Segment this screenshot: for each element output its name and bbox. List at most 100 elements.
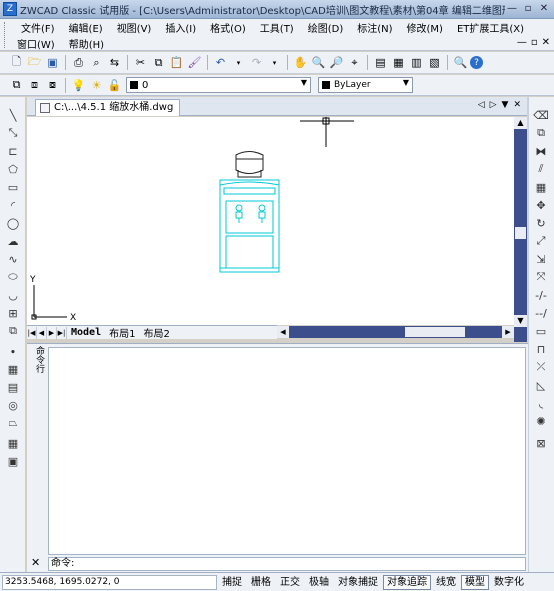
properties-panel-icon[interactable]: ⊠	[533, 435, 549, 451]
tab-menu-icon[interactable]: ▼	[502, 100, 509, 110]
publish-icon[interactable]: ⇆	[106, 54, 123, 71]
menu-grip[interactable]	[4, 22, 7, 48]
menu-help[interactable]: 帮助(H)	[62, 36, 111, 51]
trim-icon[interactable]: -/-	[533, 287, 549, 303]
rotate-icon[interactable]: ↻	[533, 215, 549, 231]
command-close-button[interactable]: ✕	[31, 556, 40, 569]
menu-draw[interactable]: 绘图(D)	[301, 20, 351, 35]
sheet-set-icon[interactable]: ▧	[426, 54, 443, 71]
rectangle-icon[interactable]: ▭	[5, 179, 21, 195]
array-icon[interactable]: ▦	[533, 179, 549, 195]
prev-tab-icon[interactable]: ◀	[37, 326, 47, 339]
cut-icon[interactable]: ✂	[132, 54, 149, 71]
new-file-icon[interactable]: 🗋	[8, 54, 25, 71]
scale-icon[interactable]: ⤢	[533, 233, 549, 249]
erase-icon[interactable]: ⌫	[533, 107, 549, 123]
break-icon[interactable]: ⊓	[533, 341, 549, 357]
doc-minimize-button[interactable]: —	[517, 37, 527, 48]
osnap-toggle[interactable]: 对象捕捉	[334, 575, 382, 590]
image-icon[interactable]: ▣	[5, 453, 21, 469]
copy-object-icon[interactable]: ⧉	[533, 125, 549, 141]
copy-icon[interactable]: ⧉	[150, 54, 167, 71]
first-tab-icon[interactable]: |◀	[27, 326, 37, 339]
point-icon[interactable]: ∙	[5, 343, 21, 359]
horizontal-scroll-thumb[interactable]	[405, 327, 465, 337]
tab-next-icon[interactable]: ▷	[490, 100, 497, 110]
help-icon[interactable]: ?	[470, 56, 483, 69]
ortho-toggle[interactable]: 正交	[276, 575, 304, 590]
layer-manager-icon[interactable]: ⧉	[8, 77, 25, 94]
polar-toggle[interactable]: 极轴	[305, 575, 333, 590]
doc-restore-button[interactable]: ▫	[531, 37, 538, 48]
fillet-icon[interactable]: ◟	[533, 395, 549, 411]
redo-icon[interactable]: ↷	[248, 54, 265, 71]
minimize-button[interactable]: —	[505, 3, 519, 16]
ellipse-arc-icon[interactable]: ◡	[5, 287, 21, 303]
grid-toggle[interactable]: 栅格	[247, 575, 275, 590]
break-at-point-icon[interactable]: ▭	[533, 323, 549, 339]
region-icon[interactable]: ◎	[5, 397, 21, 413]
explode-icon[interactable]: ✺	[533, 413, 549, 429]
vertical-scroll-thumb[interactable]	[515, 227, 526, 239]
join-icon[interactable]: ⤫	[533, 359, 549, 375]
offset-icon[interactable]: ⫽	[533, 161, 549, 177]
lineweight-toggle[interactable]: 线宽	[432, 575, 460, 590]
spline-icon[interactable]: ∿	[5, 251, 21, 267]
match-properties-icon[interactable]: 🖌	[186, 54, 203, 71]
tab-layout2[interactable]: 布局2	[139, 325, 173, 340]
doc-close-button[interactable]: ✕	[542, 37, 550, 48]
zoom-window-icon[interactable]: 🔎	[328, 54, 345, 71]
arc-icon[interactable]: ◜	[5, 197, 21, 213]
tab-close-icon[interactable]: ✕	[513, 100, 521, 110]
table-icon[interactable]: ▦	[5, 435, 21, 451]
vertical-scrollbar[interactable]: ▲ ▼	[514, 117, 527, 342]
command-input[interactable]: 命令:	[48, 557, 526, 571]
menu-modify[interactable]: 修改(M)	[400, 20, 450, 35]
tab-prev-icon[interactable]: ◁	[478, 100, 485, 110]
chamfer-icon[interactable]: ◺	[533, 377, 549, 393]
close-button[interactable]: ✕	[537, 3, 551, 16]
drawing-canvas[interactable]: X Y	[27, 117, 514, 325]
zoom-realtime-icon[interactable]: 🔍	[310, 54, 327, 71]
revision-cloud-icon[interactable]: ☁	[5, 233, 21, 249]
zoom-previous-icon[interactable]: ⌖	[346, 54, 363, 71]
make-current-layer-icon[interactable]: ⧇	[44, 77, 61, 94]
command-history[interactable]	[48, 347, 526, 555]
digitize-toggle[interactable]: 数字化	[490, 575, 528, 590]
model-toggle[interactable]: 模型	[461, 574, 489, 590]
circle-icon[interactable]: ◯	[5, 215, 21, 231]
design-center-icon[interactable]: ▦	[390, 54, 407, 71]
stretch-icon[interactable]: ⇲	[533, 251, 549, 267]
menu-edit[interactable]: 编辑(E)	[62, 20, 110, 35]
horizontal-scrollbar[interactable]: ◀ ▶	[277, 326, 514, 338]
boundary-icon[interactable]: ⏢	[5, 415, 21, 431]
extend-icon[interactable]: --/	[533, 305, 549, 321]
line-icon[interactable]: ╲	[5, 107, 21, 123]
mirror-icon[interactable]: ⧓	[533, 143, 549, 159]
last-tab-icon[interactable]: ▶|	[57, 326, 67, 339]
pan-icon[interactable]: ✋	[292, 54, 309, 71]
menu-window[interactable]: 窗口(W)	[10, 36, 62, 51]
polygon-icon[interactable]: ⬠	[5, 161, 21, 177]
print-preview-icon[interactable]: ⌕	[88, 54, 105, 71]
menu-et-tools[interactable]: ET扩展工具(X)	[450, 20, 531, 35]
save-icon[interactable]: ▣	[44, 54, 61, 71]
undo-dropdown-icon[interactable]: ▾	[230, 54, 247, 71]
paste-icon[interactable]: 📋	[168, 54, 185, 71]
menu-view[interactable]: 视图(V)	[110, 20, 159, 35]
tab-model[interactable]: Model	[67, 327, 105, 338]
polyline-icon[interactable]: ⊏	[5, 143, 21, 159]
properties-icon[interactable]: ▤	[372, 54, 389, 71]
make-block-icon[interactable]: ⧉	[5, 323, 21, 339]
menu-format[interactable]: 格式(O)	[203, 20, 253, 35]
scroll-down-icon[interactable]: ▼	[514, 315, 527, 327]
ellipse-icon[interactable]: ⬭	[5, 269, 21, 285]
search-icon[interactable]: 🔍	[452, 54, 469, 71]
redo-dropdown-icon[interactable]: ▾	[266, 54, 283, 71]
menu-file[interactable]: 文件(F)	[14, 20, 62, 35]
scroll-right-icon[interactable]: ▶	[502, 326, 514, 338]
scroll-left-icon[interactable]: ◀	[277, 326, 289, 338]
menu-tools[interactable]: 工具(T)	[253, 20, 301, 35]
tab-layout1[interactable]: 布局1	[105, 325, 139, 340]
layer-previous-icon[interactable]: ⧈	[26, 77, 43, 94]
